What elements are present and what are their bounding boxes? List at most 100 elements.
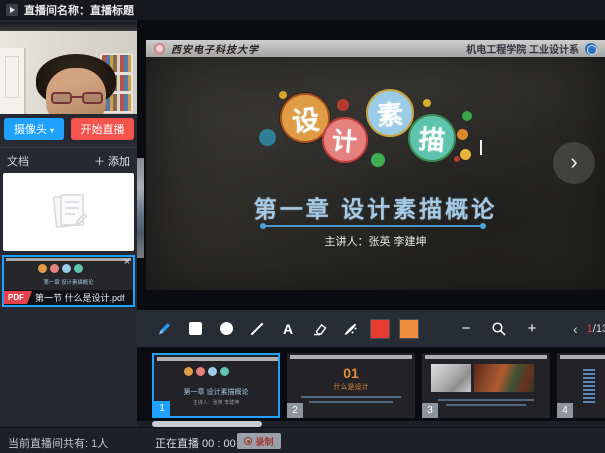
- decor-dot: [337, 99, 349, 111]
- thumb-text-line: [309, 401, 393, 403]
- university-seal-icon: [154, 43, 165, 54]
- page-indicator: 1/13: [587, 323, 605, 335]
- glasses-lens: [82, 92, 103, 104]
- pdf-document-item[interactable]: 第一章 设计素描概论 × PDF 第一节 什么是设计.pdf: [2, 255, 135, 307]
- department-logo-icon: [585, 43, 597, 55]
- previous-page-button[interactable]: ‹: [573, 321, 578, 337]
- circle-teal: [74, 264, 83, 273]
- thumbnail-slide-4[interactable]: 4: [557, 353, 605, 418]
- chapter-underline: [263, 225, 483, 227]
- decor-dot: [259, 129, 276, 146]
- webcam-background-door: [0, 48, 26, 114]
- record-label: 录制: [255, 435, 273, 448]
- live-stream-app: 直播间名称：直播标题 摄像头 ▾ 开: [0, 0, 605, 453]
- presenter-face: [46, 68, 106, 114]
- decor-dot: [460, 149, 471, 160]
- documents-header: 文档 ＋ 添加: [0, 152, 137, 170]
- decor-dot: [462, 111, 472, 121]
- text-tool-icon[interactable]: A: [277, 318, 299, 340]
- live-room-icon: [6, 4, 18, 16]
- zoom-controls: − +: [455, 318, 543, 340]
- slide-header-bar: 西安电子科技大学 机电工程学院 工业设计系: [146, 40, 605, 57]
- viewer-count: 当前直播间共有: 1人: [8, 435, 108, 451]
- pdf-label-bar: PDF 第一节 什么是设计.pdf: [4, 290, 133, 305]
- ellipse-tool-icon[interactable]: [215, 318, 237, 340]
- thumbnail-slide-1[interactable]: 第一章 设计素描概论 主讲人：张英 李建坤 1: [152, 353, 280, 418]
- drawing-tools: A: [153, 318, 419, 340]
- thumb-title-circles: [184, 367, 229, 376]
- thumb-number-badge: 4: [557, 403, 573, 418]
- speaker-line: 主讲人：张英 李建坤: [146, 233, 605, 249]
- thumb-text-line: [301, 396, 401, 398]
- thumb-header-bar: [290, 355, 412, 359]
- magnifier-icon[interactable]: [488, 318, 510, 340]
- title-char: 计: [331, 121, 358, 159]
- current-slide: 西安电子科技大学 机电工程学院 工业设计系 设 计 素 描 第一章 设计素描概论…: [146, 40, 605, 290]
- decor-dot: [457, 129, 468, 140]
- window-titlebar: 直播间名称：直播标题: [0, 0, 605, 20]
- color-swatch-orange[interactable]: [399, 319, 419, 339]
- page-navigation: ‹ 1/13 ›: [573, 321, 605, 337]
- documents-label: 文档: [7, 153, 29, 169]
- preview-header-bar: [6, 258, 131, 261]
- department-name: 机电工程学院 工业设计系: [466, 41, 579, 56]
- pdf-filename: 第一节 什么是设计.pdf: [35, 291, 125, 304]
- document-drop-panel[interactable]: [3, 173, 134, 251]
- thumb-number-badge: 3: [422, 403, 438, 418]
- glasses-lens: [51, 92, 72, 104]
- start-live-button[interactable]: 开始直播: [71, 118, 134, 140]
- decor-dot: [279, 91, 287, 99]
- presenter-glasses: [51, 92, 103, 105]
- window-title: 直播间名称：直播标题: [24, 2, 134, 18]
- thumb-caption: 第一章 设计素描概论: [154, 387, 278, 397]
- zoom-out-button[interactable]: −: [455, 318, 477, 340]
- record-button[interactable]: 录制: [237, 433, 281, 449]
- thumb-header-bar: [157, 357, 279, 361]
- webcam-preview: [0, 22, 137, 114]
- total-pages: /13: [593, 323, 605, 335]
- add-document-button[interactable]: ＋ 添加: [94, 153, 130, 169]
- stream-controls: 摄像头 ▾ 开始直播: [0, 118, 137, 140]
- sidebar: 摄像头 ▾ 开始直播 文档 ＋ 添加: [0, 20, 137, 427]
- annotation-toolbar: A − + ‹ 1/13 ›: [137, 310, 605, 347]
- thumb-header-bar: [425, 355, 547, 359]
- thumb-number-badge: 1: [154, 401, 170, 416]
- rectangle-tool-icon[interactable]: [184, 318, 206, 340]
- chevron-down-icon: ▾: [50, 126, 54, 135]
- presentation-stage: 西安电子科技大学 机电工程学院 工业设计系 设 计 素 描 第一章 设计素描概论…: [137, 20, 605, 427]
- title-char: 描: [417, 118, 446, 157]
- circle-orange: [38, 264, 47, 273]
- zoom-in-button[interactable]: +: [521, 318, 543, 340]
- close-icon[interactable]: ×: [124, 257, 130, 268]
- eraser-tool-icon[interactable]: [308, 318, 330, 340]
- thumb-text-line: [446, 404, 526, 406]
- preview-title-circles: [38, 264, 83, 273]
- color-swatch-red[interactable]: [370, 319, 390, 339]
- title-circle-3: 素: [366, 89, 414, 137]
- thumb-text-line: [438, 399, 534, 401]
- document-icon: [47, 191, 91, 233]
- decor-dot: [371, 153, 385, 167]
- line-tool-icon[interactable]: [246, 318, 268, 340]
- record-icon: [244, 437, 252, 445]
- pen-tool-icon[interactable]: [153, 318, 175, 340]
- pdf-slide-preview: 第一章 设计素描概论 ×: [4, 257, 133, 290]
- thumb-header-bar: [560, 355, 605, 359]
- thumbnail-slide-2[interactable]: 01 什么是设计 2: [287, 353, 415, 418]
- next-slide-arrow[interactable]: ›: [553, 142, 595, 184]
- highlighter-tool-icon[interactable]: [339, 318, 361, 340]
- camera-dropdown-button[interactable]: 摄像头 ▾: [4, 118, 64, 140]
- status-bar: 当前直播间共有: 1人 正在直播 00 : 00 : 00 录制: [0, 427, 605, 453]
- thumbnail-slide-3[interactable]: 3: [422, 353, 550, 418]
- thumb-painting-image: [474, 364, 534, 392]
- thumb-subcaption: 主讲人：张英 李建坤: [154, 399, 278, 406]
- thumb-caption: 什么是设计: [287, 382, 415, 392]
- title-circle-4: 描: [408, 114, 456, 162]
- title-circle-2: 计: [322, 117, 368, 163]
- glasses-bridge: [72, 96, 82, 98]
- slide-thumbnail-strip: 第一章 设计素描概论 主讲人：张英 李建坤 1 01 什么是设计 2 3: [137, 353, 605, 418]
- preview-caption: 第一章 设计素描概论: [10, 277, 126, 285]
- title-char: 设: [290, 97, 321, 139]
- pdf-badge: PDF: [4, 291, 32, 304]
- camera-button-label: 摄像头: [14, 124, 47, 136]
